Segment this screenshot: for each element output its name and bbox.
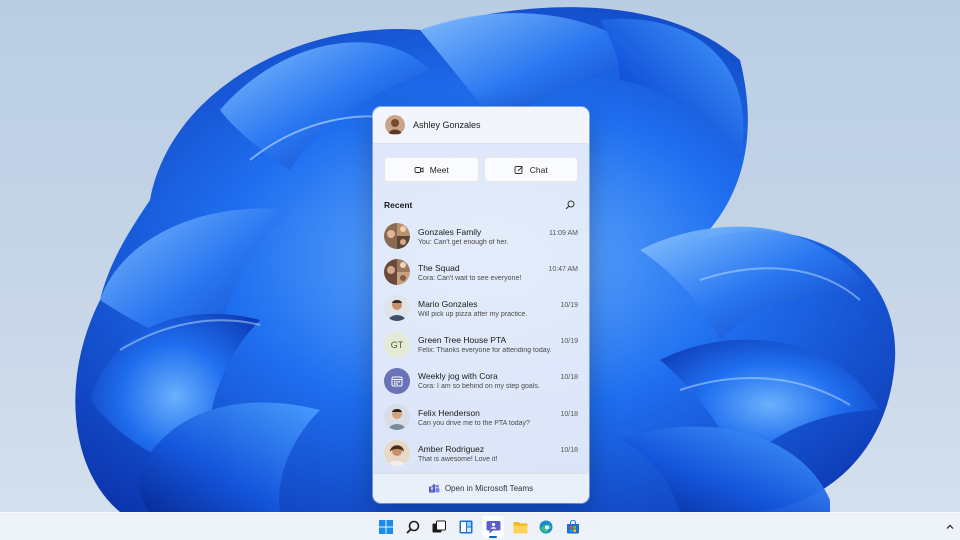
- action-buttons: Meet Chat: [373, 144, 589, 182]
- chat-name: Weekly jog with Cora: [418, 371, 498, 382]
- group-avatar: [384, 259, 410, 286]
- chat-preview: Cora: I am so behind on my step goals.: [418, 383, 540, 391]
- widgets-icon[interactable]: [455, 516, 477, 538]
- recent-title: Recent: [384, 200, 413, 210]
- chat-preview: Will pick up pizza after my practice.: [418, 310, 528, 318]
- task-view-icon[interactable]: [428, 516, 450, 538]
- file-explorer-icon[interactable]: [509, 516, 531, 538]
- open-in-teams-link[interactable]: Open in Microsoft Teams: [373, 473, 589, 503]
- windows-start-icon[interactable]: [375, 516, 397, 538]
- chat-preview: Can you drive me to the PTA today?: [418, 419, 530, 427]
- teams-chat-flyout: Ashley Gonzales Meet Chat Recent Gonzale…: [373, 107, 589, 503]
- recent-header: Recent: [373, 198, 589, 212]
- search-chats-button[interactable]: [563, 198, 577, 212]
- chat-time: 10/18: [560, 410, 578, 418]
- chat-item-gonzales-family[interactable]: Gonzales Family 11:09 AM You: Can't get …: [373, 218, 589, 254]
- chat-name: Gonzales Family: [418, 226, 482, 237]
- chat-name: Green Tree House PTA: [418, 335, 507, 346]
- chat-time: 10:47 AM: [548, 265, 578, 273]
- search-icon: [565, 200, 575, 210]
- store-icon[interactable]: [562, 516, 584, 538]
- chat-item-weekly-jog-with-cora[interactable]: Weekly jog with Cora 10/18 Cora: I am so…: [373, 363, 589, 399]
- chat-label: Chat: [529, 164, 548, 175]
- chat-time: 10/18: [560, 446, 578, 454]
- taskbar: [0, 512, 960, 540]
- teams-icon: [428, 483, 440, 492]
- flyout-header: Ashley Gonzales: [373, 107, 589, 144]
- active-indicator: [489, 536, 497, 538]
- meet-button[interactable]: Meet: [384, 157, 479, 182]
- meeting-avatar: [384, 367, 410, 394]
- chat-preview: You: Can't get enough of her.: [418, 238, 509, 246]
- chat-item-the-squad[interactable]: The Squad 10:47 AM Cora: Can't wait to s…: [373, 254, 589, 290]
- chat-name: Felix Henderson: [418, 407, 480, 418]
- open-in-teams-label: Open in Microsoft Teams: [444, 484, 534, 493]
- chat-preview: Felix: Thanks everyone for attending tod…: [418, 347, 552, 355]
- compose-icon: [514, 165, 523, 174]
- chevron-up-icon[interactable]: [944, 521, 956, 533]
- edge-icon[interactable]: [535, 516, 557, 538]
- recent-chat-list: Gonzales Family 11:09 AM You: Can't get …: [373, 218, 589, 471]
- chat-time: 11:09 AM: [548, 229, 578, 237]
- calendar-icon: [391, 376, 403, 387]
- person-avatar: [384, 295, 410, 322]
- chat-time: 10/19: [560, 338, 578, 346]
- initials-avatar: GT: [384, 331, 410, 358]
- chat-name: Amber Rodriguez: [418, 443, 485, 454]
- chat-time: 10/19: [560, 301, 578, 309]
- video-camera-icon: [414, 166, 424, 173]
- chat-item-green-tree-house-pta[interactable]: GT Green Tree House PTA 10/19 Felix: Tha…: [373, 327, 589, 363]
- group-avatar: [384, 223, 410, 250]
- chat-preview: That is awesome! Love it!: [418, 455, 498, 463]
- user-avatar[interactable]: [385, 115, 405, 135]
- chat-preview: Cora: Can't wait to see everyone!: [418, 274, 522, 282]
- teams-chat-icon[interactable]: [482, 516, 504, 538]
- person-avatar: [384, 440, 410, 467]
- chat-name: Mario Gonzales: [418, 298, 478, 309]
- chat-item-mario-gonzales[interactable]: Mario Gonzales 10/19 Will pick up pizza …: [373, 290, 589, 326]
- person-avatar: [384, 404, 410, 431]
- user-name: Ashley Gonzales: [413, 120, 481, 130]
- chat-button[interactable]: Chat: [483, 157, 578, 182]
- meet-label: Meet: [429, 164, 449, 175]
- chat-item-felix-henderson[interactable]: Felix Henderson 10/18 Can you drive me t…: [373, 399, 589, 435]
- chat-name: The Squad: [418, 262, 460, 273]
- search-icon[interactable]: [402, 516, 424, 538]
- chat-item-amber-rodriguez[interactable]: Amber Rodriguez 10/18 That is awesome! L…: [373, 435, 589, 471]
- chat-time: 10/18: [560, 374, 578, 382]
